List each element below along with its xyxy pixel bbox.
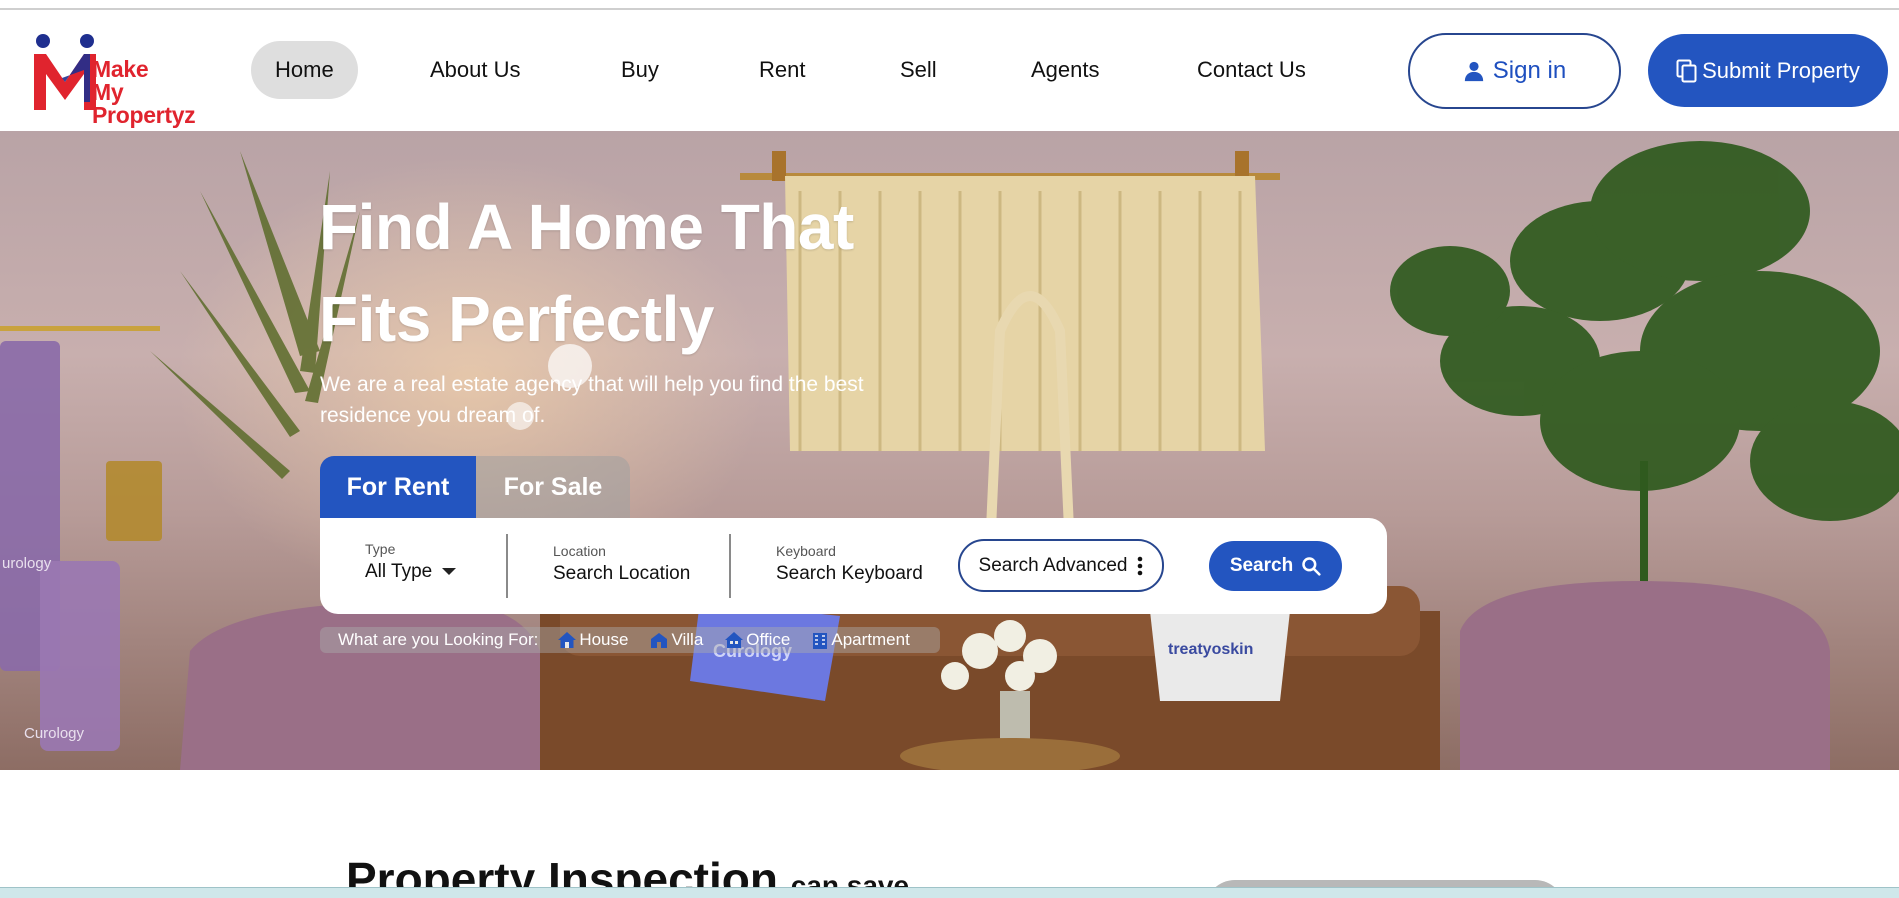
category-house-label: House [579,630,629,649]
field-divider [729,534,731,598]
search-panel: Type All Type Location Search Location K… [320,518,1387,614]
category-apartment-label: Apartment [831,630,910,649]
sign-in-label: Sign in [1492,57,1567,84]
location-value: Search Location [553,563,691,584]
keyboard-field[interactable]: Keyboard Search Keyboard [776,542,923,587]
hero-title-line1: Find A Home That [319,191,854,263]
type-value-row: All Type [365,559,457,585]
brand-logo[interactable]: Make My Propertyz [32,32,232,127]
sign-in-button[interactable]: Sign in [1408,33,1621,109]
category-house[interactable]: House [558,630,628,650]
submit-property-label: Submit Property [1702,57,1860,83]
submit-property-button[interactable]: Submit Property [1648,34,1888,107]
keyboard-label: Keyboard [776,543,836,559]
nav-agents[interactable]: Agents [1031,41,1100,99]
hero-subtitle-line1: We are a real estate agency that will he… [320,373,864,396]
villa-icon [651,633,668,648]
bottom-bar [0,887,1899,898]
pillow-print-2: treatyoskin [1168,641,1253,658]
search-button[interactable]: Search [1209,541,1342,591]
search-icon [1302,557,1321,576]
office-icon [725,632,744,648]
category-office[interactable]: Office [725,630,790,650]
type-select[interactable]: Type All Type [365,540,457,585]
category-office-label: Office [746,630,791,649]
caret-down-icon [442,568,457,576]
tab-for-rent[interactable]: For Rent [320,456,476,518]
hero-title-line2: Fits Perfectly [319,283,714,355]
brand-wordmark: Make My Propertyz [92,58,232,127]
field-divider [506,534,508,598]
user-icon [1464,61,1483,82]
site-header: Make My Propertyz Home About Us Buy Rent… [0,10,1899,131]
apartment-icon [813,632,828,649]
nav-about-us[interactable]: About Us [430,41,521,99]
category-villa[interactable]: Villa [650,630,703,650]
type-label: Type [365,541,396,557]
more-vertical-icon [1138,556,1143,575]
looking-for-bar: What are you Looking For: House Villa Of… [320,627,940,653]
hero-subtitle: We are a real estate agency that will he… [320,369,920,431]
location-label: Location [553,543,606,559]
house-icon [558,632,577,648]
hero-title: Find A Home That Fits Perfectly [319,181,854,365]
location-field[interactable]: Location Search Location [553,542,690,587]
copy-icon [1676,59,1697,82]
nav-buy[interactable]: Buy [621,41,659,99]
hero-banner: urology Curology Curology treatyoskin Fi… [0,131,1899,770]
keyboard-value: Search Keyboard [776,563,923,584]
category-villa-label: Villa [671,630,704,649]
towel-print: urology [2,555,52,572]
type-value: All Type [365,561,433,582]
nav-sell[interactable]: Sell [900,41,937,99]
brand-line2: My Propertyz [92,79,196,128]
search-advanced-label: Search Advanced [978,554,1128,576]
nav-contact-us[interactable]: Contact Us [1197,41,1306,99]
nav-rent[interactable]: Rent [759,41,805,99]
search-advanced-button[interactable]: Search Advanced [958,539,1164,592]
towel-print-2: Curology [24,725,85,742]
nav-home[interactable]: Home [251,41,358,99]
looking-for-label: What are you Looking For: [338,630,539,649]
search-button-label: Search [1229,555,1294,576]
hero-subtitle-line2: residence you dream of. [320,404,546,427]
tab-for-sale[interactable]: For Sale [476,456,630,518]
hero-background-image: urology Curology Curology treatyoskin [0,141,1899,770]
category-apartment[interactable]: Apartment [812,630,910,650]
